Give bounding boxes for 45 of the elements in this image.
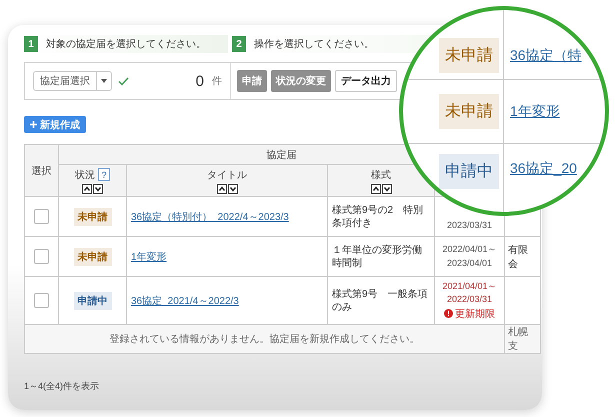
- plus-icon: [30, 121, 37, 128]
- sort-up-icon[interactable]: [82, 184, 92, 194]
- step-instruction: 対象の協定届を選択してください。: [46, 38, 206, 51]
- status-badge: 未申請: [439, 94, 499, 129]
- agreement-select[interactable]: 協定届選択: [33, 71, 112, 91]
- caret-icon: [101, 79, 107, 83]
- period-dates: 2021/04/01～ 2022/03/31: [441, 280, 498, 306]
- action-button[interactable]: データ出力: [335, 70, 397, 92]
- sort-down-icon[interactable]: [382, 184, 392, 194]
- column-header: 様式: [371, 168, 391, 182]
- empty-message: 登録されている情報がありません。協定届を新規作成してください。: [24, 324, 504, 354]
- step-instruction: 操作を選択してください。: [254, 38, 374, 51]
- agreement-title-link[interactable]: 36協定（特: [510, 46, 582, 64]
- help-badge[interactable]: ?: [98, 168, 110, 181]
- agreement-title-link[interactable]: 36協定_20: [510, 160, 577, 178]
- table-cell: 札幌支: [508, 327, 528, 352]
- table-cell: 有限会: [508, 244, 528, 270]
- expiry-label: 更新期限: [455, 308, 495, 321]
- check-icon: [118, 76, 129, 86]
- row-checkbox[interactable]: [34, 293, 49, 308]
- step-number: 2: [232, 36, 246, 52]
- row-checkbox[interactable]: [34, 249, 49, 264]
- status-badge: 未申請: [74, 208, 112, 226]
- selected-count: 0: [196, 72, 204, 90]
- period-dates: 2022/04/01～ 2023/04/01: [441, 243, 498, 270]
- period-dates: 2023/03/31: [446, 218, 494, 232]
- status-badge: 申請中: [74, 292, 112, 310]
- row-checkbox[interactable]: [34, 209, 49, 224]
- sort-down-icon[interactable]: [93, 184, 103, 194]
- table-cell: １年単位の変形労働時間制: [328, 236, 434, 276]
- sort-down-icon[interactable]: [228, 184, 238, 194]
- column-header: 状況: [75, 168, 95, 182]
- sort-up-icon[interactable]: [216, 184, 226, 194]
- status-badge: 未申請: [439, 38, 499, 73]
- count-unit: 件: [212, 75, 222, 88]
- agreement-title-link[interactable]: 1年変形: [510, 102, 560, 120]
- column-header: タイトル: [207, 168, 247, 182]
- new-button[interactable]: 新規作成: [24, 116, 86, 133]
- status-badge: 未申請: [74, 248, 112, 266]
- step-number: 1: [24, 36, 38, 52]
- alert-icon: [444, 309, 453, 318]
- status-badge: 申請中: [439, 154, 499, 189]
- result-count: 1～4(全4)件を表示: [24, 380, 100, 393]
- column-header: 選択: [24, 144, 58, 196]
- sort-up-icon[interactable]: [370, 184, 380, 194]
